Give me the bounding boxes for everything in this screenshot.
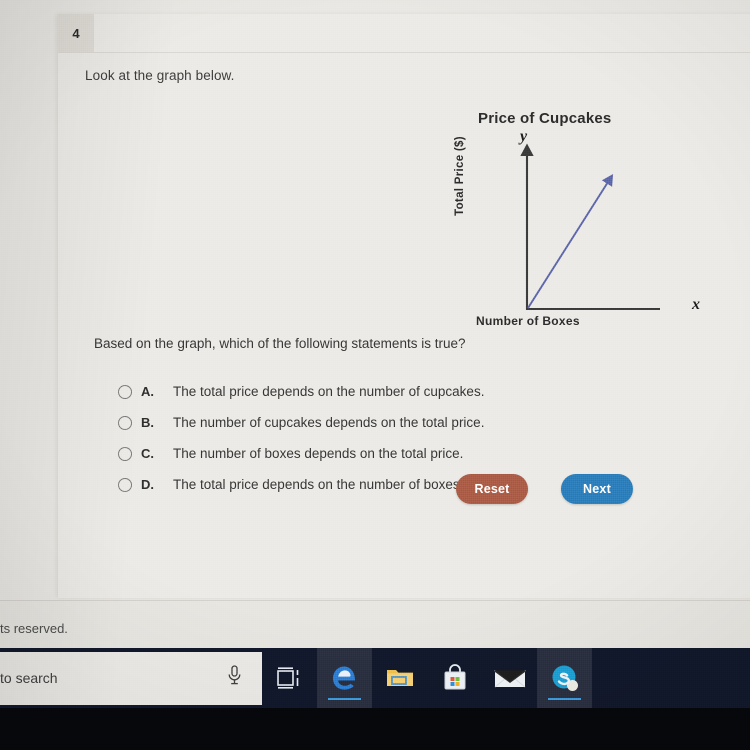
radio-button-b[interactable]	[118, 415, 132, 430]
answer-choice-c[interactable]: C. The number of boxes depends on the to…	[118, 438, 718, 469]
photographed-screen: 4 Look at the graph below. Price of Cupc…	[0, 0, 750, 750]
action-buttons: Reset Next	[456, 474, 633, 504]
radio-button-c[interactable]	[118, 446, 132, 461]
taskbar-item-mail[interactable]	[482, 648, 537, 708]
choice-letter-a: A.	[141, 384, 154, 399]
taskbar-search-box[interactable]: to search	[0, 651, 262, 705]
answer-choice-a[interactable]: A. The total price depends on the number…	[118, 376, 718, 407]
task-view-icon	[276, 667, 298, 689]
taskbar-item-task-view[interactable]	[262, 648, 317, 708]
taskbar-item-microsoft-store[interactable]	[427, 648, 482, 708]
choice-text-a: The total price depends on the number of…	[173, 384, 485, 399]
windows-taskbar: to search	[0, 648, 750, 708]
choice-letter-b: B.	[141, 415, 154, 430]
monitor-bottom-bezel	[0, 708, 750, 750]
question-card: 4 Look at the graph below. Price of Cupc…	[58, 14, 750, 598]
mail-envelope-icon	[493, 670, 526, 688]
taskbar-item-file-explorer[interactable]	[372, 648, 427, 708]
taskbar-item-microsoft-edge[interactable]	[317, 648, 372, 708]
taskbar-item-skype[interactable]	[537, 648, 592, 708]
radio-button-a[interactable]	[118, 384, 132, 399]
x-axis-variable-label: x	[692, 296, 700, 313]
answer-choice-b[interactable]: B. The number of cupcakes depends on the…	[118, 407, 718, 438]
data-series-ray	[527, 173, 614, 309]
skype-icon	[552, 665, 578, 691]
copyright-text: ts reserved.	[0, 621, 68, 636]
choice-text-b: The number of cupcakes depends on the to…	[173, 415, 485, 430]
graph-figure: Price of Cupcakes Total Price ($) Number…	[430, 92, 700, 342]
radio-button-d[interactable]	[118, 477, 132, 492]
chart-plot-area	[520, 143, 660, 311]
choice-letter-c: C.	[141, 446, 154, 461]
page-footer: ts reserved.	[0, 600, 750, 649]
question-number-label: 4	[72, 25, 80, 41]
microphone-icon[interactable]	[227, 665, 242, 691]
quiz-page: 4 Look at the graph below. Price of Cupc…	[0, 0, 750, 649]
reset-button[interactable]: Reset	[456, 474, 528, 504]
choice-letter-d: D.	[141, 477, 154, 492]
choice-text-d: The total price depends on the number of…	[173, 477, 464, 492]
question-number-badge: 4	[58, 14, 94, 52]
choice-text-c: The number of boxes depends on the total…	[173, 446, 464, 461]
microsoft-store-bag-icon	[444, 664, 465, 690]
next-button[interactable]: Next	[561, 474, 633, 504]
search-placeholder-text: to search	[0, 670, 58, 686]
question-number-strip: 4	[58, 14, 750, 53]
prompt-text: Look at the graph below.	[85, 68, 235, 83]
microsoft-edge-icon	[332, 666, 355, 690]
file-explorer-folder-icon	[386, 670, 413, 686]
question-text: Based on the graph, which of the followi…	[94, 336, 466, 351]
